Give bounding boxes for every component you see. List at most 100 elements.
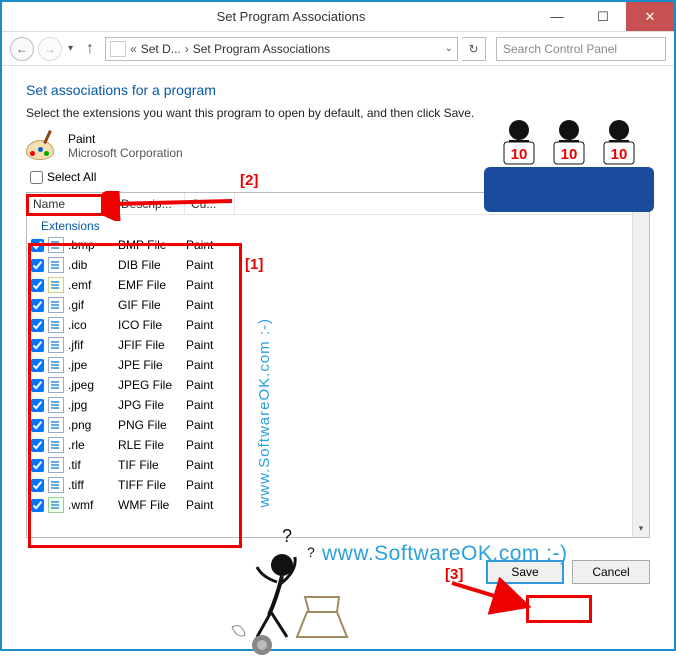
- row-checkbox[interactable]: [31, 379, 44, 392]
- row-checkbox[interactable]: [31, 479, 44, 492]
- table-row[interactable]: .gifGIF FilePaint: [27, 295, 649, 315]
- row-current: Paint: [186, 398, 234, 412]
- row-desc: TIFF File: [118, 478, 184, 492]
- row-desc: JPEG File: [118, 378, 184, 392]
- row-ext: .wmf: [68, 498, 116, 512]
- row-checkbox[interactable]: [31, 499, 44, 512]
- table-row[interactable]: .wmfWMF FilePaint: [27, 495, 649, 515]
- window-title: Set Program Associations: [48, 9, 534, 24]
- row-current: Paint: [186, 258, 234, 272]
- scroll-down-icon[interactable]: ▾: [633, 520, 649, 537]
- search-placeholder: Search Control Panel: [503, 42, 617, 56]
- table-row[interactable]: .pngPNG FilePaint: [27, 415, 649, 435]
- row-checkbox[interactable]: [31, 279, 44, 292]
- row-checkbox[interactable]: [31, 439, 44, 452]
- row-checkbox[interactable]: [31, 339, 44, 352]
- table-row[interactable]: .tifTIF FilePaint: [27, 455, 649, 475]
- file-icon: [48, 297, 64, 313]
- scroll-up-icon[interactable]: ▴: [633, 193, 649, 210]
- table-row[interactable]: .bmpBMP FilePaint: [27, 235, 649, 255]
- row-desc: PNG File: [118, 418, 184, 432]
- refresh-button[interactable]: ↻: [462, 37, 486, 61]
- row-checkbox[interactable]: [31, 259, 44, 272]
- row-current: Paint: [186, 358, 234, 372]
- file-icon: [48, 497, 64, 513]
- row-current: Paint: [186, 458, 234, 472]
- row-desc: BMP File: [118, 238, 184, 252]
- file-icon: [48, 337, 64, 353]
- row-desc: EMF File: [118, 278, 184, 292]
- table-row[interactable]: .jpeJPE FilePaint: [27, 355, 649, 375]
- select-all-checkbox[interactable]: Select All: [26, 168, 100, 186]
- file-icon: [48, 317, 64, 333]
- row-current: Paint: [186, 298, 234, 312]
- row-desc: JFIF File: [118, 338, 184, 352]
- row-current: Paint: [186, 278, 234, 292]
- breadcrumb-a[interactable]: Set D...: [141, 42, 181, 56]
- col-current[interactable]: Cu...: [185, 193, 235, 214]
- row-ext: .ico: [68, 318, 116, 332]
- table-row[interactable]: .jfifJFIF FilePaint: [27, 335, 649, 355]
- row-ext: .jpg: [68, 398, 116, 412]
- table-row[interactable]: .dibDIB FilePaint: [27, 255, 649, 275]
- row-current: Paint: [186, 438, 234, 452]
- col-desc[interactable]: Descrip...: [115, 193, 185, 214]
- col-name[interactable]: Name: [27, 193, 115, 214]
- table-row[interactable]: .icoICO FilePaint: [27, 315, 649, 335]
- row-checkbox[interactable]: [31, 419, 44, 432]
- file-icon: [48, 377, 64, 393]
- row-current: Paint: [186, 238, 234, 252]
- row-current: Paint: [186, 498, 234, 512]
- history-dropdown-icon[interactable]: ▾: [68, 43, 73, 54]
- file-icon: [48, 457, 64, 473]
- row-current: Paint: [186, 478, 234, 492]
- file-icon: [48, 477, 64, 493]
- table-row[interactable]: .tiffTIFF FilePaint: [27, 475, 649, 495]
- row-ext: .jpeg: [68, 378, 116, 392]
- table-row[interactable]: .emfEMF FilePaint: [27, 275, 649, 295]
- table-row[interactable]: .jpegJPEG FilePaint: [27, 375, 649, 395]
- breadcrumb-b[interactable]: Set Program Associations: [193, 42, 330, 56]
- row-ext: .jpe: [68, 358, 116, 372]
- table-row[interactable]: .jpgJPG FilePaint: [27, 395, 649, 415]
- row-checkbox[interactable]: [31, 299, 44, 312]
- forward-button[interactable]: →: [38, 37, 62, 61]
- select-all-label: Select All: [47, 170, 96, 184]
- file-icon: [48, 417, 64, 433]
- scrollbar[interactable]: ▴ ▾: [632, 193, 649, 537]
- row-current: Paint: [186, 378, 234, 392]
- row-ext: .bmp: [68, 238, 116, 252]
- addressbar[interactable]: « Set D... › Set Program Associations ⌄: [105, 37, 458, 61]
- row-checkbox[interactable]: [31, 239, 44, 252]
- row-checkbox[interactable]: [31, 319, 44, 332]
- table-row[interactable]: .rleRLE FilePaint: [27, 435, 649, 455]
- row-desc: JPG File: [118, 398, 184, 412]
- file-icon: [48, 237, 64, 253]
- row-checkbox[interactable]: [31, 459, 44, 472]
- close-button[interactable]: ✕: [626, 2, 674, 31]
- minimize-button[interactable]: —: [534, 2, 580, 31]
- program-name: Paint: [68, 132, 183, 146]
- maximize-button[interactable]: ☐: [580, 2, 626, 31]
- row-desc: WMF File: [118, 498, 184, 512]
- program-corp: Microsoft Corporation: [68, 146, 183, 160]
- search-input[interactable]: Search Control Panel: [496, 37, 666, 61]
- row-desc: RLE File: [118, 438, 184, 452]
- select-all-input[interactable]: [30, 171, 43, 184]
- instruction-text: Select the extensions you want this prog…: [26, 106, 650, 120]
- addressbar-dropdown-icon[interactable]: ⌄: [445, 43, 453, 54]
- back-button[interactable]: ←: [10, 37, 34, 61]
- file-icon: [48, 277, 64, 293]
- group-extensions[interactable]: Extensions: [27, 215, 649, 235]
- row-desc: GIF File: [118, 298, 184, 312]
- row-ext: .rle: [68, 438, 116, 452]
- row-checkbox[interactable]: [31, 399, 44, 412]
- paint-icon: [26, 130, 58, 162]
- cancel-button[interactable]: Cancel: [572, 560, 650, 584]
- row-checkbox[interactable]: [31, 359, 44, 372]
- page-heading: Set associations for a program: [26, 82, 650, 98]
- save-button[interactable]: Save: [486, 560, 564, 584]
- row-ext: .dib: [68, 258, 116, 272]
- up-button[interactable]: ↑: [79, 38, 101, 60]
- row-ext: .tif: [68, 458, 116, 472]
